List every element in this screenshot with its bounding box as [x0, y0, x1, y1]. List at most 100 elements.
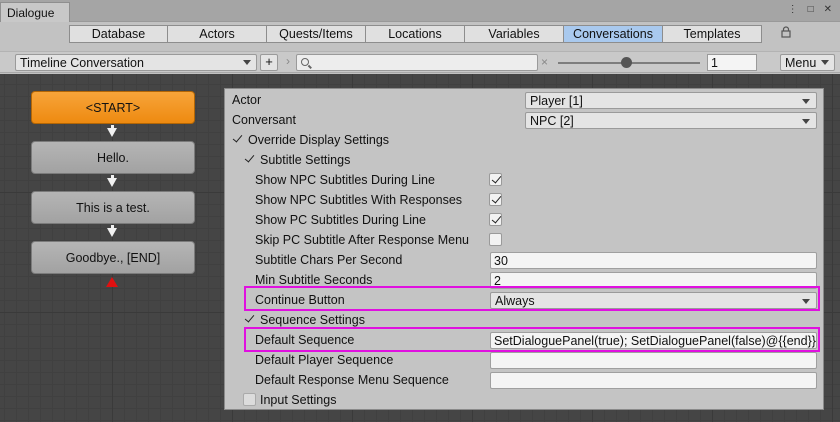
tab-templates[interactable]: Templates: [663, 25, 762, 43]
show-pc-during-line-row: Show PC Subtitles During Line: [225, 210, 825, 230]
input-settings-foldout[interactable]: [243, 393, 256, 406]
default-player-sequence-input[interactable]: [490, 352, 817, 369]
actor-value: Player [1]: [530, 94, 583, 108]
link-arrow-icon: [107, 128, 117, 137]
tab-label: Actors: [199, 27, 235, 41]
node-label: Hello.: [97, 150, 129, 165]
conversant-dropdown[interactable]: NPC [2]: [525, 112, 817, 129]
default-response-menu-sequence-row: Default Response Menu Sequence: [225, 370, 825, 390]
default-player-sequence-row: Default Player Sequence: [225, 350, 825, 370]
sequence-settings-row: Sequence Settings: [225, 310, 825, 330]
skip-pc-after-menu-row: Skip PC Subtitle After Response Menu: [225, 230, 825, 250]
zoom-value: 1: [711, 56, 718, 70]
chevron-right-icon: ›: [286, 54, 290, 68]
conversation-select[interactable]: Timeline Conversation: [15, 54, 257, 71]
chars-per-second-row: Subtitle Chars Per Second 30: [225, 250, 825, 270]
continue-button-label: Continue Button: [255, 293, 345, 307]
show-npc-with-responses-label: Show NPC Subtitles With Responses: [255, 193, 463, 207]
show-npc-during-line-checkbox[interactable]: [489, 173, 502, 186]
chars-per-second-input[interactable]: 30: [490, 252, 817, 269]
chevron-down-icon: [802, 299, 810, 304]
skip-pc-after-menu-label: Skip PC Subtitle After Response Menu: [255, 233, 470, 247]
zoom-slider-handle[interactable]: [621, 57, 632, 68]
input-settings-row: Input Settings: [225, 390, 825, 410]
maximize-icon[interactable]: □: [808, 4, 814, 15]
tab-label: Templates: [683, 27, 741, 41]
tab-label: Quests/Items: [279, 27, 353, 41]
clear-search-button[interactable]: ×: [541, 55, 548, 69]
node-label: <START>: [85, 100, 141, 115]
database-tabs: Database Actors Quests/Items Locations V…: [69, 25, 762, 43]
tab-label: Conversations: [573, 27, 653, 41]
tab-database[interactable]: Database: [69, 25, 168, 43]
close-icon[interactable]: ✕: [824, 4, 832, 15]
node-start[interactable]: <START>: [31, 91, 195, 124]
sequence-settings-label[interactable]: Sequence Settings: [260, 313, 365, 327]
default-response-menu-sequence-input[interactable]: [490, 372, 817, 389]
chevron-down-icon: [802, 119, 810, 124]
show-npc-during-line-label: Show NPC Subtitles During Line: [255, 173, 435, 187]
tab-conversations[interactable]: Conversations: [564, 25, 663, 43]
add-conversation-button[interactable]: +: [260, 54, 278, 71]
conversant-label: Conversant: [232, 113, 296, 127]
override-display-row: Override Display Settings: [225, 130, 825, 150]
window-title: Dialogue: [7, 6, 55, 20]
default-sequence-label: Default Sequence: [255, 333, 355, 347]
subtitle-settings-row: Subtitle Settings: [225, 150, 825, 170]
subtitle-settings-foldout[interactable]: [243, 153, 256, 166]
conversant-value: NPC [2]: [530, 114, 574, 128]
window-controls: ⋮ □ ✕: [788, 4, 832, 15]
chevron-down-icon: [243, 60, 251, 65]
link-arrow-icon: [107, 178, 117, 187]
conversation-toolbar: Timeline Conversation + › × 1 Menu: [0, 51, 840, 73]
link-arrow-icon: [107, 228, 117, 237]
node-goodbye-end[interactable]: Goodbye., [END]: [31, 241, 195, 274]
conversation-inspector: Actor Player [1] Conversant NPC [2] Over…: [224, 88, 824, 410]
add-label: +: [265, 54, 273, 69]
tab-variables[interactable]: Variables: [465, 25, 564, 43]
default-response-menu-sequence-label: Default Response Menu Sequence: [255, 373, 449, 387]
tab-actors[interactable]: Actors: [168, 25, 267, 43]
show-pc-during-line-label: Show PC Subtitles During Line: [255, 213, 426, 227]
node-hello[interactable]: Hello.: [31, 141, 195, 174]
actor-row: Actor Player [1]: [225, 90, 825, 110]
default-sequence-input[interactable]: SetDialoguePanel(true); SetDialoguePanel…: [490, 332, 817, 349]
tab-label: Variables: [488, 27, 540, 41]
continue-button-dropdown[interactable]: Always: [490, 292, 817, 309]
min-seconds-row: Min Subtitle Seconds 2: [225, 270, 825, 290]
actor-dropdown[interactable]: Player [1]: [525, 92, 817, 109]
menu-dropdown[interactable]: Menu: [780, 54, 835, 71]
chevron-down-icon: [802, 99, 810, 104]
override-display-checkbox[interactable]: [231, 133, 244, 146]
skip-pc-after-menu-checkbox[interactable]: [489, 233, 502, 246]
subtitle-settings-label[interactable]: Subtitle Settings: [260, 153, 350, 167]
tab-label: Database: [91, 27, 146, 41]
min-seconds-label: Min Subtitle Seconds: [255, 273, 373, 287]
sequence-settings-foldout[interactable]: [243, 313, 256, 326]
continue-button-row: Continue Button Always: [225, 290, 825, 310]
node-this-is-a-test[interactable]: This is a test.: [31, 191, 195, 224]
show-npc-during-line-row: Show NPC Subtitles During Line: [225, 170, 825, 190]
tab-quests-items[interactable]: Quests/Items: [267, 25, 366, 43]
menu-label: Menu: [785, 56, 817, 70]
override-display-label[interactable]: Override Display Settings: [248, 133, 389, 147]
show-pc-during-line-checkbox[interactable]: [489, 213, 502, 226]
chars-per-second-label: Subtitle Chars Per Second: [255, 253, 403, 267]
default-player-sequence-label: Default Player Sequence: [255, 353, 394, 367]
input-settings-label[interactable]: Input Settings: [260, 393, 336, 407]
min-seconds-input[interactable]: 2: [490, 272, 817, 289]
show-npc-with-responses-checkbox[interactable]: [489, 193, 502, 206]
tab-locations[interactable]: Locations: [366, 25, 465, 43]
conversation-select-value: Timeline Conversation: [20, 56, 144, 70]
continue-button-value: Always: [495, 294, 535, 308]
kebab-menu-icon[interactable]: ⋮: [788, 4, 798, 15]
end-marker-icon: [106, 277, 118, 287]
search-icon: [301, 58, 309, 66]
tab-label: Locations: [388, 27, 442, 41]
search-input[interactable]: [296, 54, 538, 71]
lock-icon[interactable]: [781, 26, 791, 38]
node-label: Goodbye., [END]: [65, 250, 161, 265]
window-tab-dialogue[interactable]: Dialogue: [0, 2, 70, 22]
window-title-bar: Dialogue ⋮ □ ✕: [0, 0, 840, 22]
zoom-input[interactable]: 1: [707, 54, 757, 71]
